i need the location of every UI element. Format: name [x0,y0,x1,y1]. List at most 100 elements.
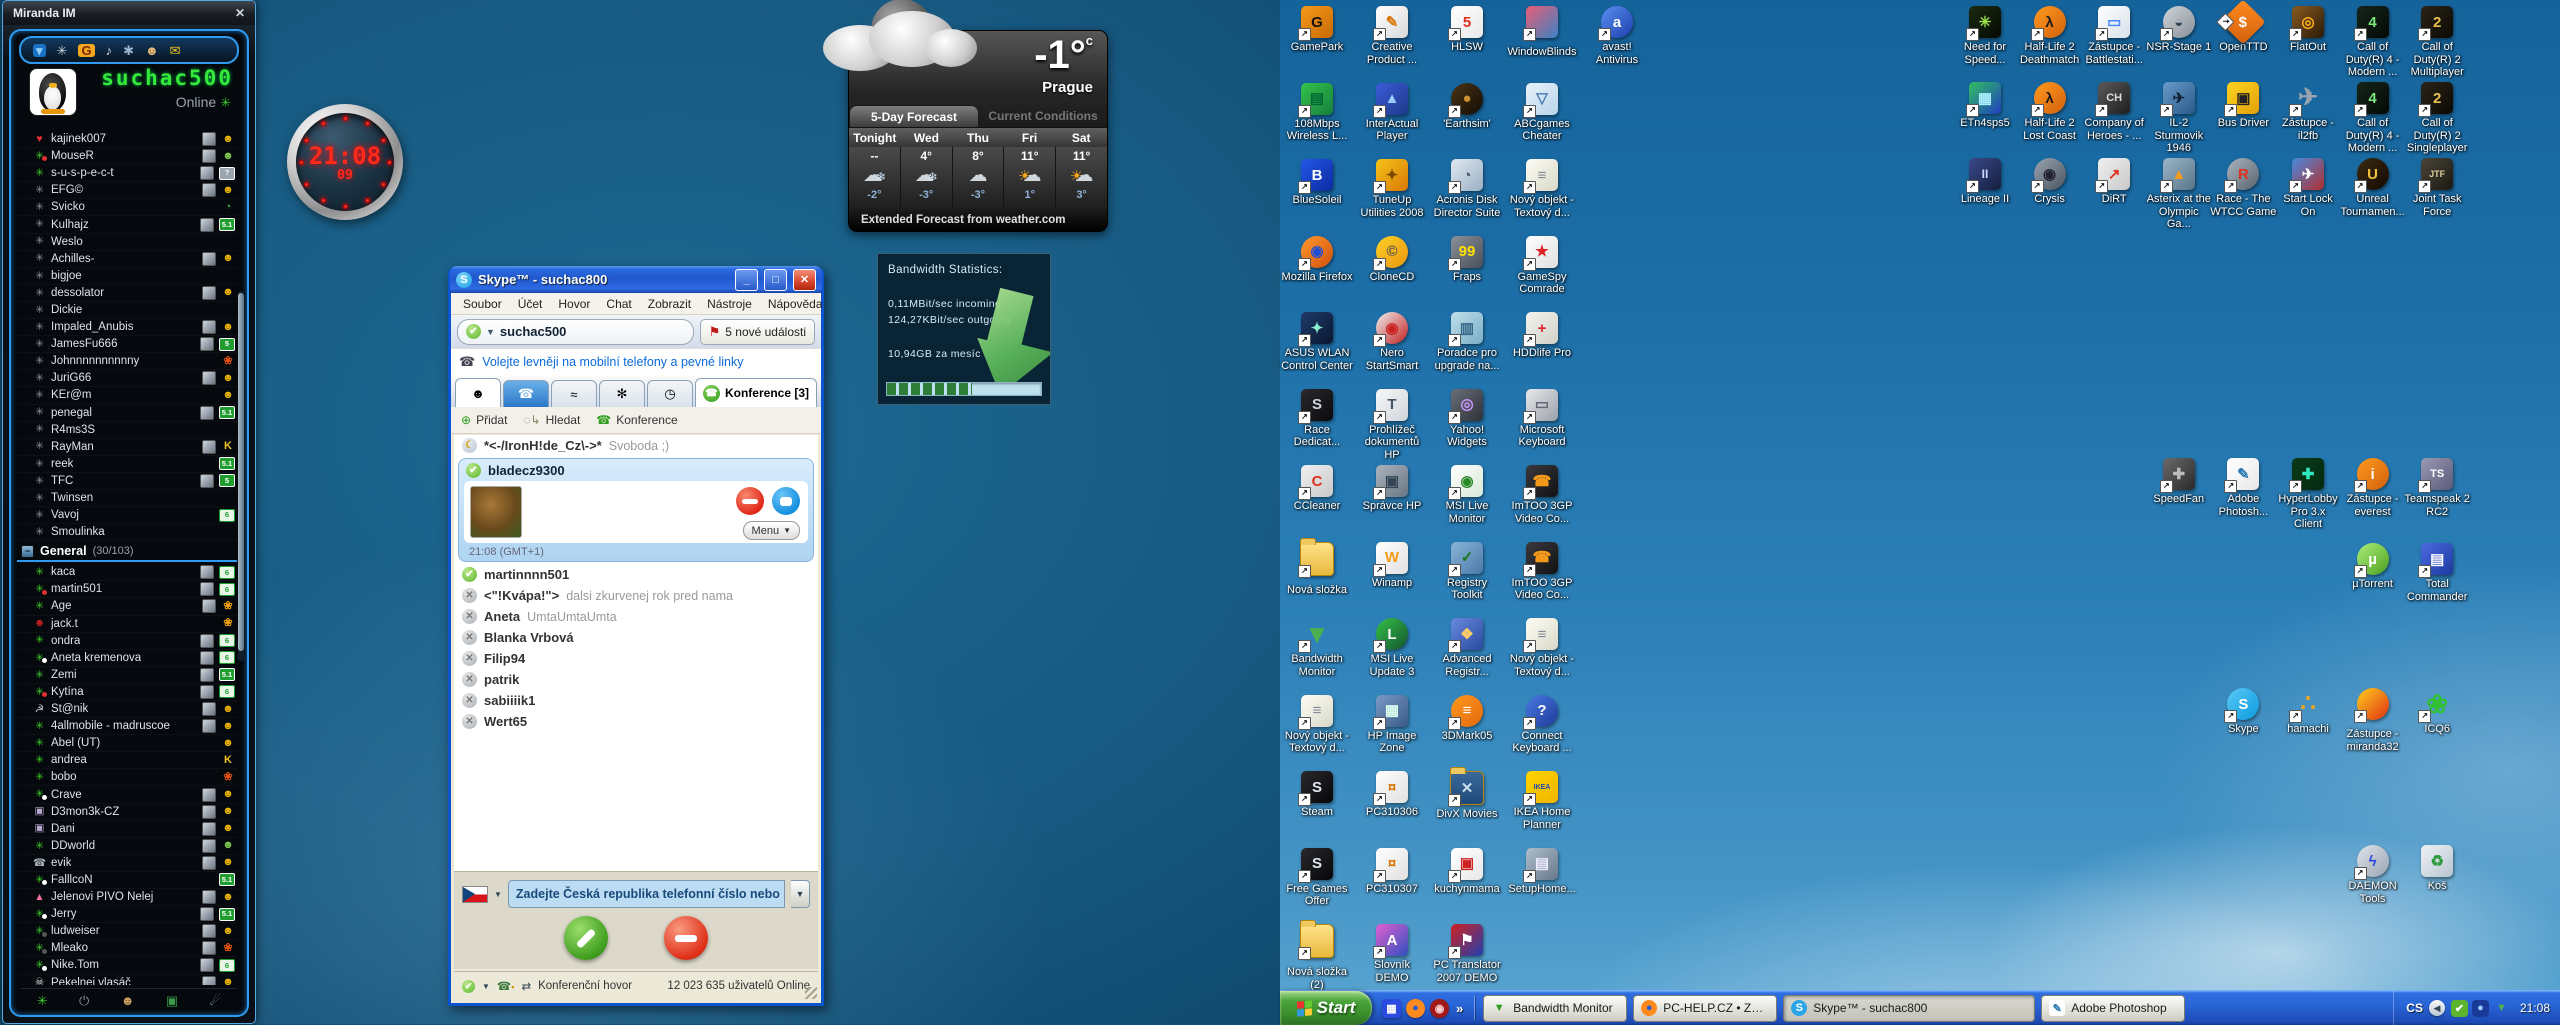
screen-icon[interactable]: ▣ [166,994,178,1007]
tray-skype-icon[interactable]: ✔ [2451,1000,2468,1017]
contact-row[interactable]: ✳penegal5.1 [17,405,237,422]
desktop-icon-bluesoleil[interactable]: B↗BlueSoleil [1283,159,1351,207]
maximize-button[interactable]: □ [764,269,787,291]
desktop-icon-poradce-pro-upgrade-na[interactable]: ▥↗Poradce pro upgrade na... [1433,312,1501,372]
desktop-icon-half-life-2-deathmatch[interactable]: λ↗Half-Life 2 Deathmatch [2016,6,2084,66]
desktop-icon-msi-live-monitor[interactable]: ◉↗MSI Live Monitor [1433,465,1501,525]
contact-row[interactable]: ✳Johnnnnnnnnnny❀ [17,353,237,370]
desktop-icon-fraps[interactable]: 99↗Fraps [1433,236,1501,284]
contact-row[interactable]: ✳ludweiser☻ [17,923,237,940]
miranda-titlebar[interactable]: Miranda IM ✕ [3,1,255,25]
desktop-icon-earthsim[interactable]: ●↗'Earthsim' [1433,83,1501,131]
desktop-icon-avast-antivirus[interactable]: a↗avast! Antivirus [1583,6,1651,66]
desktop-icon-pc310306[interactable]: ¤↗PC310306 [1358,771,1426,819]
desktop-icon-free-games-offer[interactable]: S↗Free Games Offer [1283,848,1351,908]
desktop-icon-steam[interactable]: S↗Steam [1283,771,1351,819]
desktop-icon-call-of-duty-r-4-modern[interactable]: 4↗Call of Duty(R) 4 - Modern ... [2339,6,2407,79]
promo-link[interactable]: Volejte levněji na mobilní telefony a pe… [482,355,743,369]
menu-nástroje[interactable]: Nástroje [699,297,760,311]
close-button[interactable]: ✕ [793,269,816,291]
desktop-icon-il-2-sturmovik-1946[interactable]: ✈↗IL-2 Sturmovik 1946 [2145,82,2213,155]
desktop-icon-teamspeak-2-rc2[interactable]: TS↗Teamspeak 2 RC2 [2403,458,2471,518]
contact-row[interactable]: ✳Achilles-☻ [17,251,237,268]
contact-menu-button[interactable]: Menu▼ [743,521,800,540]
desktop-icon-icq6[interactable]: ❀↗ICQ6 [2403,688,2471,736]
contact-row[interactable]: ✳Mleako❀ [17,940,237,957]
tray-chevron-icon[interactable]: ◀ [2429,1000,2445,1016]
desktop-icon-total-commander[interactable]: ▤↗Total Commander [2403,543,2471,603]
desktop-icon-imtoo-3gp-video-co[interactable]: ☎↗ImTOO 3GP Video Co... [1508,465,1576,525]
own-status[interactable]: Online ✳ [176,94,231,111]
tab-conference[interactable]: ☎Konference [3] [695,378,817,407]
desktop-icon-need-for-speed[interactable]: ✳↗Need for Speed... [1951,6,2019,66]
collapse-icon[interactable]: − [21,545,34,558]
desktop-icon-hyperlobby-pro-3-x-client[interactable]: ✚↗HyperLobby Pro 3.x Client [2274,458,2342,531]
gg-protocol-icon[interactable]: G [78,44,94,57]
status-menu-icon[interactable]: ▾ [33,44,46,57]
desktop-icon-bus-driver[interactable]: ▣↗Bus Driver [2209,82,2277,130]
desktop-icon-pc310307[interactable]: ¤↗PC310307 [1358,848,1426,896]
desktop-icon-daemon-tools[interactable]: ϟ↗DAEMON Tools [2339,845,2407,905]
contact-row[interactable]: ▣Dani☻ [17,821,237,838]
desktop-icon-race-dedicat[interactable]: S↗Race Dedicat... [1283,389,1351,449]
desktop-icon-nov-slo-ka[interactable]: ↗Nová složka [1283,542,1351,597]
contact-row[interactable]: ✳Svicko◔ [17,199,237,216]
desktop-icon-lineage-ii[interactable]: II↗Lineage II [1951,158,2019,206]
contact-row[interactable]: ✳Twinsen [17,490,237,507]
avatar[interactable] [29,68,77,116]
menu-chat[interactable]: Chat [598,297,639,311]
contact-row[interactable]: ✳FalllcoN5.1 [17,872,237,889]
desktop-icon-torrent[interactable]: µ↗µTorrent [2339,543,2407,591]
desktop-icon-slovn-k-demo[interactable]: A↗Slovník DEMO [1358,924,1426,984]
contact-row[interactable]: ✳Kytína6 [17,684,237,701]
status-icon[interactable]: ✔ [462,980,475,993]
tab-search[interactable]: ✻ [599,380,645,407]
skype-contact-row[interactable]: ✕<"!Kvápa!">dalsi zkurvenej rok pred nam… [454,585,818,606]
contact-row[interactable]: ☠Pekelnej vlasáč☻ [17,975,237,986]
quicklaunch-firefox-icon[interactable]: ● [1406,999,1425,1018]
contact-row[interactable]: ✳Šmoulinka [17,524,237,541]
conference-button[interactable]: ☎Konference [596,413,677,427]
desktop-icon-advanced-registr[interactable]: ❖↗Advanced Registr... [1433,618,1501,678]
desktop-icon-joint-task-force[interactable]: JTF↗Joint Task Force [2403,158,2471,218]
desktop-icon-gamespy-comrade[interactable]: ★↗GameSpy Comrade [1508,236,1576,296]
desktop-icon-nov-objekt-textov-d[interactable]: ≡↗Nový objekt - Textový d... [1283,695,1351,755]
desktop-icon-asterix-at-the-olympic-ga[interactable]: ▲↗Asterix at the Olympic Ga... [2145,158,2213,231]
contact-row[interactable]: ✳bobo❀ [17,769,237,786]
satellite-icon[interactable]: ☄ [210,994,222,1007]
contact-row[interactable]: ✳Aneta kremenova6 [17,650,237,667]
contact-row[interactable]: ✳Jerry5.1 [17,906,237,923]
desktop-icon-registry-toolkit[interactable]: ✓↗Registry Toolkit [1433,542,1501,602]
contact-row[interactable]: ✳kaca6 [17,564,237,581]
own-status-dropdown[interactable]: ✔ ▼ suchac500 [457,319,694,345]
contact-row[interactable]: ▣D3mon3k-CZ☻ [17,804,237,821]
desktop-icon-skype[interactable]: S↗Skype [2209,688,2277,736]
contact-row[interactable]: ☭St@nik☻ [17,701,237,718]
desktop-icon-pc-translator-2007-demo[interactable]: ⚑↗PC Translator 2007 DEMO [1433,924,1501,984]
menu-hovor[interactable]: Hovor [550,297,598,311]
desktop-icon-gamepark[interactable]: G↗GamePark [1283,6,1351,54]
contact-row[interactable]: ✳Dickie [17,302,237,319]
desktop-icon-hp-image-zone[interactable]: ▦↗HP Image Zone [1358,695,1426,755]
contact-row[interactable]: ✳Crave☻ [17,786,237,803]
contact-row[interactable]: ☻jack.t❀ [17,616,237,633]
contact-row[interactable]: ✳TFC5 [17,473,237,490]
skype-contact-row[interactable]: ☾*<-/IronH!de_Cz\->*Svoboda ;) [454,435,818,456]
contact-row[interactable]: ✳Vavoj6 [17,507,237,524]
contact-row[interactable]: ✳4allmobile - madruscoe☻ [17,718,237,735]
menu-soubor[interactable]: Soubor [455,297,510,311]
desktop-icon-tuneup-utilities-2008[interactable]: ✦↗TuneUp Utilities 2008 [1358,159,1426,219]
desktop-icon-windowblinds[interactable]: ↗WindowBlinds [1508,6,1576,59]
status-dropdown-arrow[interactable]: ▼ [482,982,490,991]
contact-row[interactable]: ✳RayManK [17,439,237,456]
desktop-icon-hddlife-pro[interactable]: +↗HDDlife Pro [1508,312,1576,360]
tab-history[interactable]: ≈ [551,380,597,407]
add-contact-button[interactable]: ⊕Přidat [461,413,507,427]
task-button-pc-help-cz-zobrazi[interactable]: ●PC-HELP.CZ • Zobrazi... [1633,995,1777,1022]
desktop-icon-setuphome[interactable]: ▤↗SetupHome... [1508,848,1576,896]
chat-circle-button[interactable] [772,487,800,515]
search-button[interactable]: ◌↳Hledat [523,413,580,427]
tab-time[interactable]: ◷ [647,380,693,407]
contact-row[interactable]: ✳Abel (UT)☻ [17,735,237,752]
selected-contact-card[interactable]: ✔bladecz9300Menu▼21:08 (GMT+1) [458,458,814,562]
